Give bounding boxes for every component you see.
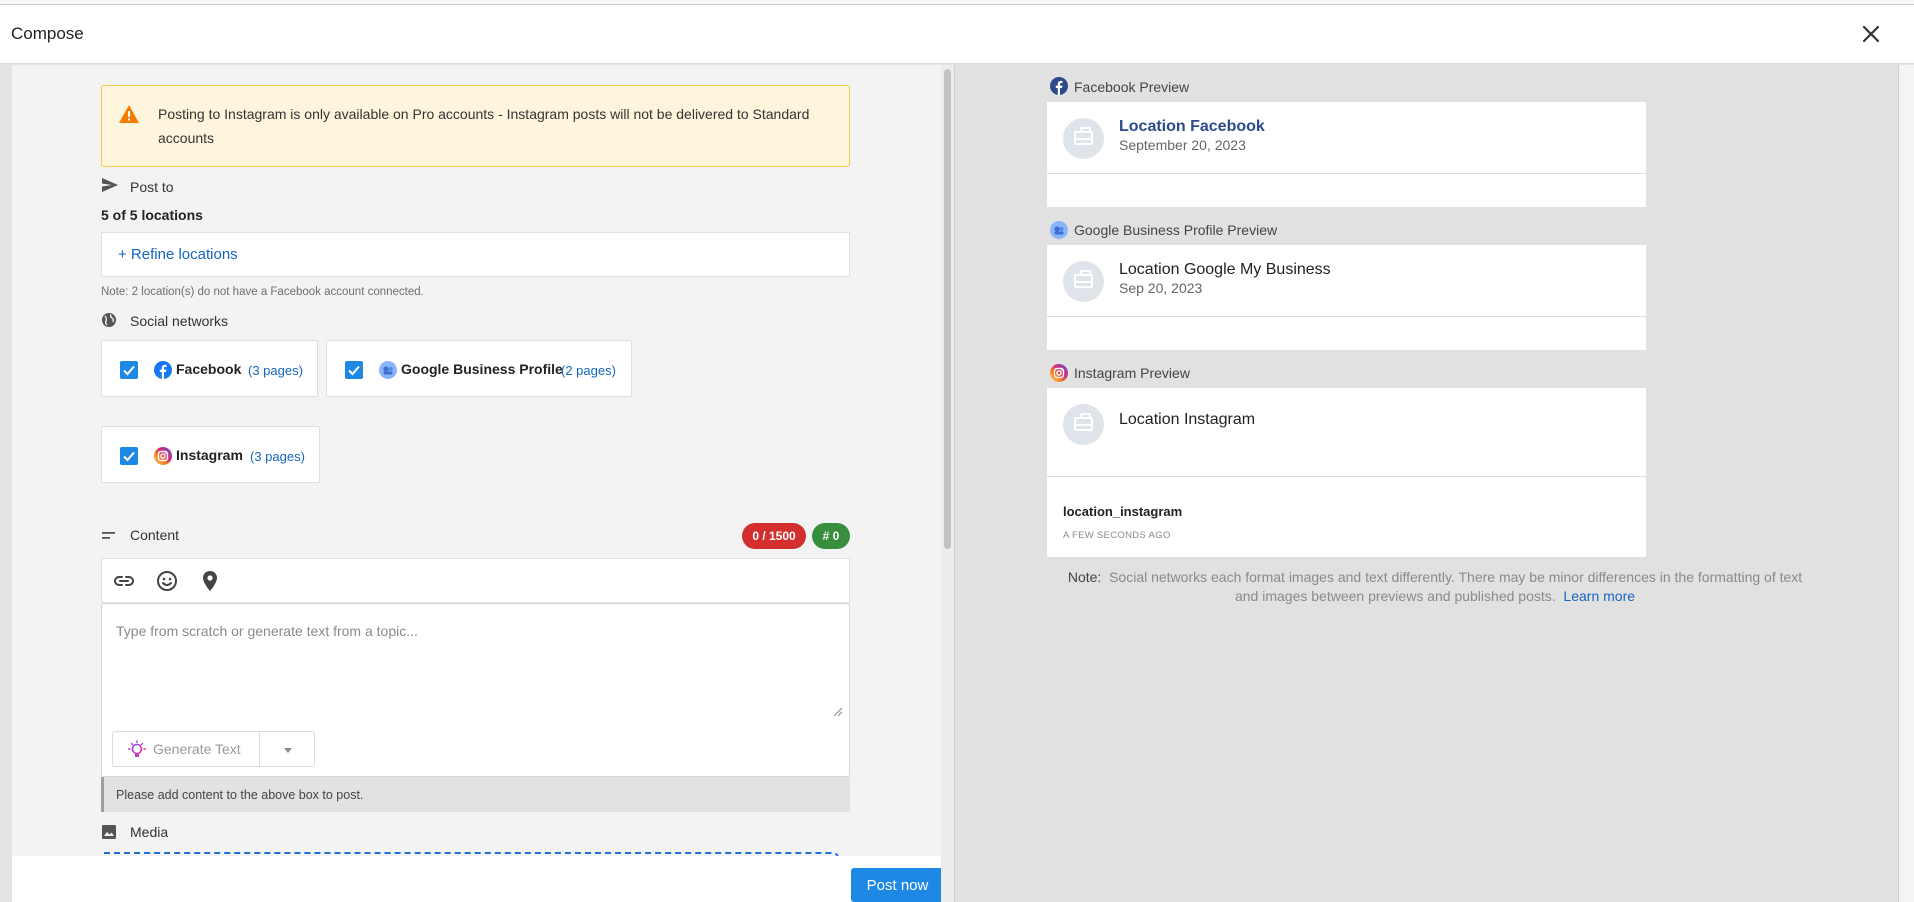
content-hint-text: Please add content to the above box to p…: [116, 788, 364, 802]
google-preview-date: Sep 20, 2023: [1119, 280, 1203, 296]
instagram-preview-name: Location Instagram: [1119, 411, 1256, 428]
facebook-preview-icon: [1050, 77, 1068, 95]
network-card-google[interactable]: Google Business Profile (2 pages): [326, 340, 632, 397]
right-edge-strip: [1898, 65, 1914, 902]
warning-icon: [119, 105, 139, 123]
card-divider: [1047, 476, 1646, 477]
network-card-facebook[interactable]: Facebook (3 pages): [101, 340, 318, 397]
network-name-google: Google Business Profile: [401, 361, 563, 377]
instagram-preview-icon: [1050, 364, 1068, 382]
facebook-missing-note: Note: 2 location(s) do not have a Facebo…: [101, 286, 424, 298]
content-toolbar: [101, 558, 850, 603]
refine-locations-link[interactable]: + Refine locations: [118, 246, 238, 263]
google-preview-card: Location Google My Business Sep 20, 2023: [1047, 245, 1646, 350]
compose-header: Compose: [0, 5, 1914, 64]
network-card-instagram[interactable]: Instagram (3 pages): [101, 426, 320, 483]
preview-note-text: Social networks each format images and t…: [1109, 569, 1803, 604]
instagram-preview-username: location_instagram: [1063, 504, 1183, 519]
business-avatar: [1063, 118, 1104, 159]
location-pin-icon[interactable]: [198, 569, 222, 593]
preview-panel: Facebook Preview Location Facebook Septe…: [955, 65, 1898, 902]
image-icon: [102, 825, 116, 839]
google-preview-name: Location Google My Business: [1119, 261, 1331, 278]
facebook-preview-date: September 20, 2023: [1119, 137, 1246, 153]
instagram-icon: [154, 447, 172, 465]
business-avatar: [1063, 261, 1104, 302]
preview-note: Note: Social networks each format images…: [1055, 568, 1815, 606]
media-label: Media: [130, 824, 169, 840]
network-pages-instagram[interactable]: (3 pages): [250, 449, 305, 464]
close-icon[interactable]: [1858, 21, 1884, 47]
scrollbar[interactable]: [941, 65, 955, 902]
hashtag-count-badge: # 0: [812, 523, 850, 549]
emoji-icon[interactable]: [155, 569, 179, 593]
business-avatar: [1063, 404, 1104, 445]
location-count: 5 of 5 locations: [101, 207, 203, 223]
character-count-badge: 0 / 1500: [742, 523, 806, 549]
content-editor: Generate Text: [101, 603, 850, 777]
network-pages-google[interactable]: (2 pages): [561, 363, 616, 378]
network-name-instagram: Instagram: [176, 447, 243, 463]
briefcase-icon: [1074, 413, 1093, 431]
link-icon[interactable]: [112, 569, 136, 593]
content-hint-bar: Please add content to the above box to p…: [101, 777, 850, 812]
facebook-preview-label: Facebook Preview: [1074, 79, 1190, 95]
facebook-preview-name: Location Facebook: [1119, 118, 1265, 135]
resize-grip-icon[interactable]: [833, 707, 843, 717]
scrollbar-thumb[interactable]: [944, 69, 951, 549]
generate-text-button[interactable]: Generate Text: [112, 731, 260, 767]
facebook-icon: [154, 361, 172, 379]
send-icon: [102, 178, 118, 192]
briefcase-icon: [1074, 270, 1093, 288]
learn-more-link[interactable]: Learn more: [1563, 588, 1635, 604]
checkbox-google[interactable]: [345, 361, 363, 379]
instagram-preview-card: Location Instagram location_instagram A …: [1047, 388, 1646, 557]
generate-options-dropdown[interactable]: [259, 731, 315, 767]
social-networks-label: Social networks: [130, 313, 229, 329]
post-now-button[interactable]: Post now: [851, 868, 944, 902]
card-divider: [1047, 173, 1646, 174]
google-preview-label: Google Business Profile Preview: [1074, 222, 1278, 238]
text-lines-icon: [102, 532, 115, 539]
caret-down-icon: [284, 748, 292, 753]
google-preview-icon: [1050, 221, 1068, 239]
network-pages-facebook[interactable]: (3 pages): [248, 363, 303, 378]
checkbox-instagram[interactable]: [120, 447, 138, 465]
checkbox-facebook[interactable]: [120, 361, 138, 379]
instagram-preview-label: Instagram Preview: [1074, 365, 1190, 381]
network-name-facebook: Facebook: [176, 361, 242, 377]
card-divider: [1047, 316, 1646, 317]
google-business-icon: [379, 361, 397, 379]
lightbulb-icon: [127, 740, 147, 757]
facebook-preview-card: Location Facebook September 20, 2023: [1047, 102, 1646, 207]
briefcase-icon: [1074, 127, 1093, 145]
compose-form-panel: Posting to Instagram is only available o…: [12, 65, 941, 902]
instagram-warning-banner: Posting to Instagram is only available o…: [101, 85, 850, 167]
post-to-label: Post to: [130, 179, 174, 195]
page-title: Compose: [11, 24, 84, 43]
content-textarea[interactable]: [105, 607, 842, 717]
refine-locations-box: + Refine locations: [101, 232, 850, 277]
preview-note-label: Note:: [1067, 569, 1102, 585]
content-label: Content: [130, 527, 180, 543]
instagram-preview-time: A FEW SECONDS AGO: [1063, 530, 1171, 541]
generate-text-label: Generate Text: [153, 741, 241, 757]
warning-text: Posting to Instagram is only available o…: [158, 106, 810, 146]
globe-icon: [102, 313, 116, 327]
bottom-action-bar: [12, 856, 941, 902]
